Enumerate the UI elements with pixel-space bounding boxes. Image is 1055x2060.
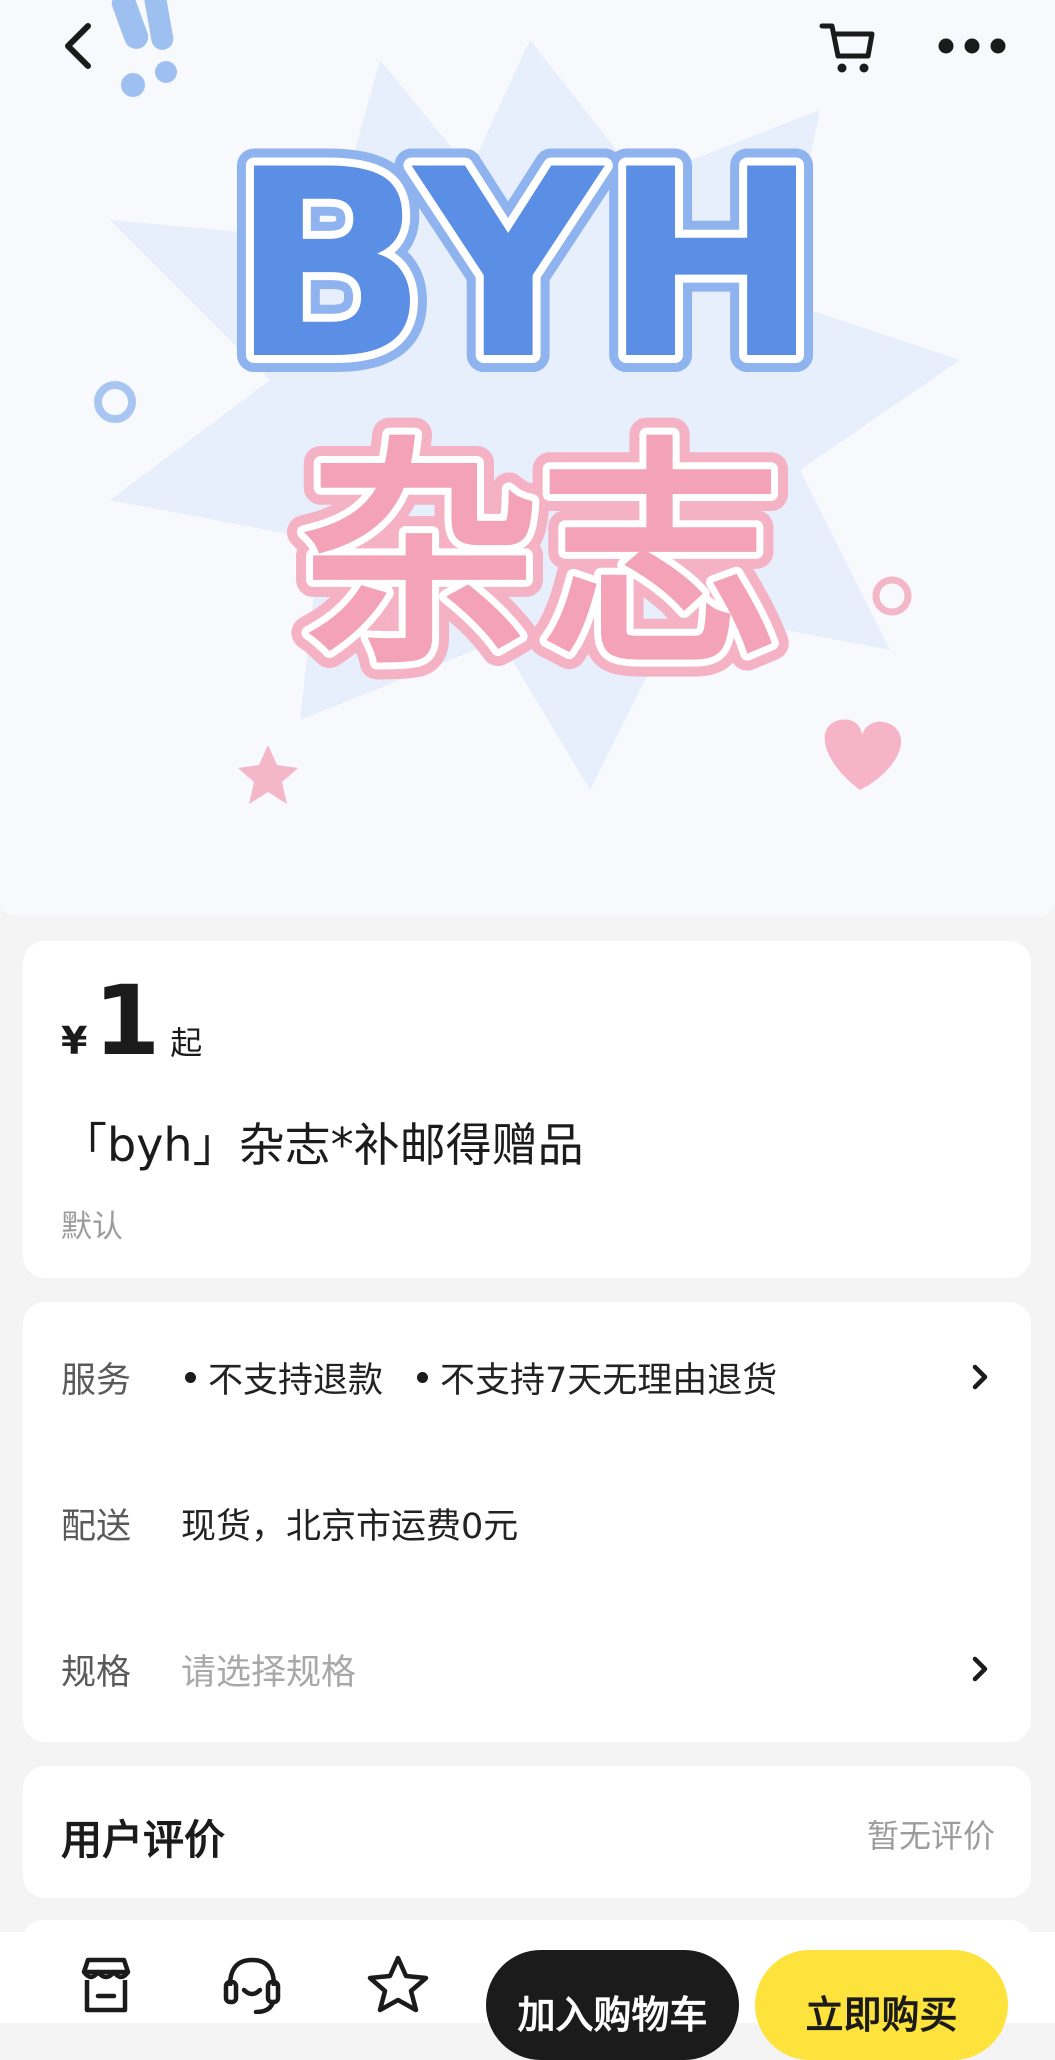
product-title: 「byh」杂志*补邮得赠品 (61, 1118, 584, 1172)
chevron-right-icon (965, 1649, 995, 1689)
headset-icon (223, 1957, 281, 2014)
spec-label: 规格 (61, 1652, 132, 1693)
ring-decor (94, 381, 136, 423)
spec-placeholder: 请选择规格 (181, 1652, 357, 1693)
add-to-cart-button[interactable]: 加入购物车 (486, 1950, 739, 2060)
favorite-button[interactable] (360, 1954, 436, 2030)
exclamation-decor (111, 0, 177, 97)
bottom-action-bar: 加入购物车 立即购买 (0, 1932, 1055, 2060)
ring-decor (872, 576, 912, 616)
logo-latin: BYH BYH BYH (213, 98, 837, 434)
default-spec-label: 默认 (61, 1209, 123, 1245)
product-info-card: ¥ 1 起 「byh」杂志*补邮得赠品 默认 (23, 941, 1031, 1278)
product-image[interactable]: BYH BYH BYH 杂志 杂志 杂志 (0, 0, 1055, 916)
service-tag-no-refund: 不支持退款 (208, 1360, 384, 1401)
star-icon (367, 1955, 429, 2013)
more-dots-icon (938, 38, 1006, 54)
service-tags: 不支持退款 不支持7天无理由退货 (181, 1352, 777, 1403)
chevron-right-icon (965, 1357, 995, 1397)
back-button[interactable] (40, 8, 116, 84)
reviews-card[interactable]: 用户评价 暂无评价 (23, 1766, 1031, 1898)
details-card: 服务 不支持退款 不支持7天无理由退货 配送 现货，北京市运费0元 规格 请选择… (23, 1302, 1031, 1742)
cart-button[interactable] (810, 8, 886, 84)
spec-row[interactable]: 规格 请选择规格 (23, 1614, 1031, 1724)
reviews-empty-text: 暂无评价 (866, 1817, 995, 1855)
bullet-dot (417, 1371, 429, 1383)
service-label: 服务 (61, 1360, 132, 1401)
buy-now-button[interactable]: 立即购买 (755, 1950, 1008, 2060)
shop-button[interactable] (68, 1954, 144, 2030)
price-suffix: 起 (170, 1024, 203, 1062)
price-amount: 1 (93, 965, 160, 1077)
svg-text:BYH: BYH (230, 115, 820, 417)
delivery-row: 配送 现货，北京市运费0元 (23, 1468, 1031, 1578)
reviews-title: 用户评价 (61, 1816, 225, 1864)
cart-icon (819, 23, 875, 73)
bullet-dot (185, 1371, 196, 1383)
delivery-label: 配送 (61, 1506, 132, 1547)
service-tag-no-7day-return: 不支持7天无理由退货 (440, 1360, 778, 1401)
byh-magazine-logo-art: BYH BYH BYH 杂志 杂志 杂志 (94, 0, 960, 804)
logo-chinese: 杂志 杂志 杂志 (283, 400, 797, 714)
heart-decor (824, 719, 902, 790)
currency-symbol: ¥ (61, 1019, 88, 1063)
star-decor (238, 745, 298, 804)
service-row[interactable]: 服务 不支持退款 不支持7天无理由退货 (23, 1322, 1031, 1432)
svg-text:杂志: 杂志 (300, 417, 780, 697)
chevron-left-icon (65, 23, 91, 69)
delivery-value: 现货，北京市运费0元 (181, 1506, 519, 1547)
customer-service-button[interactable] (214, 1954, 290, 2030)
more-button[interactable] (934, 8, 1010, 84)
price: ¥ 1 起 (61, 973, 202, 1069)
store-icon (81, 1957, 131, 2013)
